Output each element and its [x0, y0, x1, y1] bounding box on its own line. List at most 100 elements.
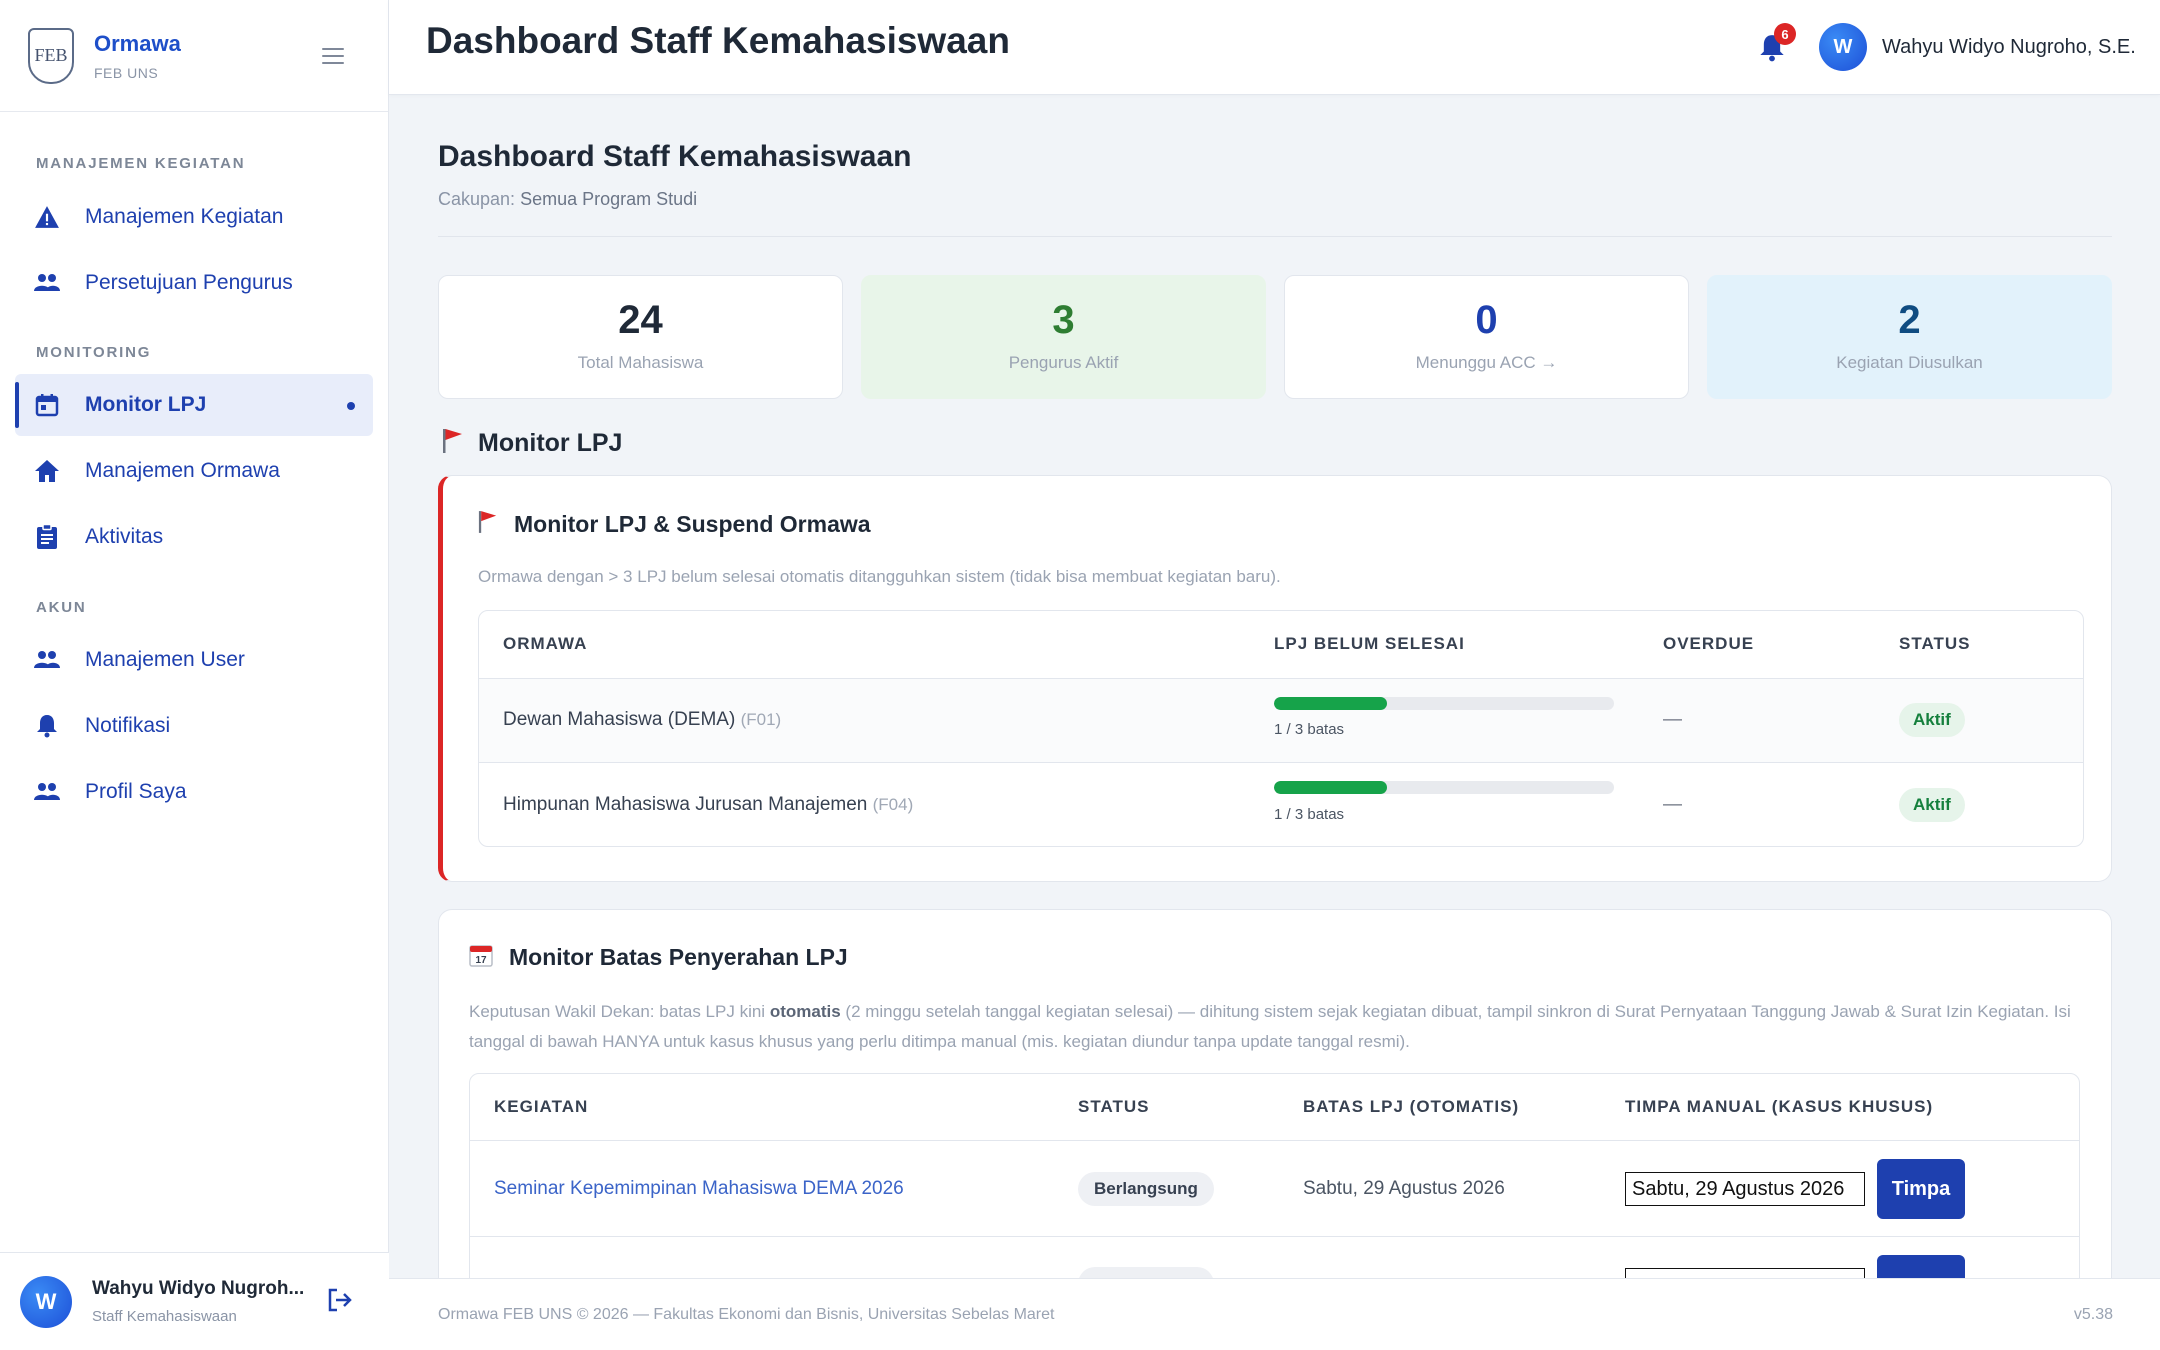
page-title: Dashboard Staff Kemahasiswaan: [438, 140, 912, 173]
override-button[interactable]: [1877, 1255, 1965, 1278]
column-header: ORMAWA: [503, 634, 588, 653]
footer-copyright: Ormawa FEB UNS © 2026 — Fakultas Ekonomi…: [438, 1306, 1055, 1323]
card-title: 17 Monitor Batas Penyerahan LPJ: [469, 943, 848, 972]
stat-label: Pengurus Aktif: [1008, 353, 1119, 372]
card-title: Monitor LPJ & Suspend Ormawa: [478, 510, 871, 539]
column-header: OVERDUE: [1663, 634, 1755, 653]
avatar: W: [1819, 23, 1867, 71]
sidebar-item-manajemen-user[interactable]: Manajemen User: [15, 629, 373, 691]
warning-icon: [33, 203, 61, 231]
avatar: W: [20, 1275, 72, 1328]
sidebar-item-label: Manajemen User: [85, 648, 245, 671]
stat-card-total-mahasiswa: 24 Total Mahasiswa: [438, 275, 843, 399]
sidebar-item-notifikasi[interactable]: Notifikasi: [15, 695, 373, 757]
people-icon: [33, 269, 61, 297]
nav-section-manajemen: MANAJEMEN KEGIATAN: [36, 155, 246, 172]
hamburger-menu-icon[interactable]: [322, 48, 344, 64]
people-icon: [33, 646, 61, 674]
sidebar-item-manajemen-kegiatan[interactable]: Manajemen Kegiatan: [15, 186, 373, 248]
sidebar-item-label: Manajemen Kegiatan: [85, 205, 284, 228]
red-flag-icon: [442, 428, 464, 459]
stat-value: 2: [1898, 298, 1921, 342]
status-badge: [1078, 1267, 1214, 1278]
sidebar-user-name: Wahyu Widyo Nugroh...: [92, 1278, 305, 1299]
sidebar-item-aktivitas[interactable]: Aktivitas: [15, 506, 373, 568]
section-title: Monitor LPJ: [478, 429, 623, 457]
column-header: KEGIATAN: [494, 1097, 589, 1116]
status-badge: Aktif: [1899, 703, 1965, 737]
card-description: Ormawa dengan > 3 LPJ belum selesai otom…: [478, 567, 1281, 586]
sidebar-item-label: Persetujuan Pengurus: [85, 271, 293, 294]
lpj-table: ORMAWA LPJ BELUM SELESAI OVERDUE STATUS …: [478, 610, 2084, 847]
card-description: Keputusan Wakil Dekan: batas LPJ kini ot…: [469, 997, 2089, 1057]
stat-card-pengurus-aktif: 3 Pengurus Aktif: [861, 275, 1266, 399]
svg-text:17: 17: [475, 955, 487, 966]
sidebar-item-label: Notifikasi: [85, 714, 171, 737]
lpj-progress-fill: [1274, 781, 1388, 794]
lpj-progress-bar: [1274, 781, 1614, 794]
scope-text: Cakupan: Semua Program Studi: [438, 189, 697, 210]
scope-label: Cakupan:: [438, 189, 516, 209]
sidebar-item-manajemen-ormawa[interactable]: Manajemen Ormawa: [15, 440, 373, 502]
stat-card-menunggu-acc[interactable]: 0 Menunggu ACC →: [1284, 275, 1689, 399]
lpj-progress-caption: 1 / 3 batas: [1274, 721, 1345, 738]
ormawa-name-text: Dewan Mahasiswa (DEMA): [503, 709, 736, 730]
divider: [438, 236, 2112, 237]
table-row: Dewan Mahasiswa (DEMA) (F01) 1 / 3 batas…: [479, 678, 2083, 762]
override-date-input[interactable]: [1625, 1268, 1865, 1278]
brand: FEB Ormawa FEB UNS: [0, 0, 388, 112]
footer-version: v5.38: [2073, 1306, 2113, 1323]
table-row: Himpunan Mahasiswa Jurusan Manajemen (F0…: [479, 762, 2083, 846]
lpj-progress-caption: 1 / 3 batas: [1274, 806, 1345, 823]
sidebar-user: W Wahyu Widyo Nugroh... Staff Kemahasisw…: [0, 1252, 389, 1350]
override-date-input[interactable]: [1625, 1172, 1865, 1206]
sidebar-item-persetujuan-pengurus[interactable]: Persetujuan Pengurus: [15, 252, 373, 314]
brand-name: Ormawa: [94, 30, 181, 56]
feb-logo: FEB: [28, 27, 74, 84]
logout-icon[interactable]: [327, 1287, 353, 1318]
stat-label: Menunggu ACC →: [1415, 353, 1558, 372]
desc-bold: otomatis: [769, 1002, 841, 1021]
stat-value: 3: [1052, 298, 1075, 342]
home-icon: [33, 457, 61, 485]
topbar-title: Dashboard Staff Kemahasiswaan: [426, 20, 1010, 61]
card-title-text: Monitor Batas Penyerahan LPJ: [509, 944, 848, 970]
main-content: Dashboard Staff Kemahasiswaan Cakupan: S…: [389, 95, 2160, 1278]
sidebar-item-profil-saya[interactable]: Profil Saya: [15, 761, 373, 823]
calendar-icon: [33, 391, 61, 419]
lpj-progress-fill: [1274, 697, 1388, 710]
card-title-text: Monitor LPJ & Suspend Ormawa: [514, 511, 871, 537]
column-header: STATUS: [1899, 634, 1971, 653]
deadline-value: Sabtu, 29 Agustus 2026: [1303, 1178, 1505, 1199]
stat-label: Kegiatan Diusulkan: [1836, 353, 1983, 372]
scope-value: Semua Program Studi: [520, 189, 698, 209]
sidebar-item-monitor-lpj[interactable]: Monitor LPJ: [15, 374, 373, 436]
people-icon: [33, 778, 61, 806]
active-dot: [347, 402, 355, 410]
sidebar-item-label: Manajemen Ormawa: [85, 459, 280, 482]
footer: Ormawa FEB UNS © 2026 — Fakultas Ekonomi…: [389, 1278, 2160, 1350]
calendar-icon: 17: [469, 943, 493, 972]
clipboard-icon: [33, 523, 61, 551]
notification-badge: 6: [1774, 23, 1796, 45]
column-header: STATUS: [1078, 1097, 1150, 1116]
column-header: TIMPA MANUAL (KASUS KHUSUS): [1625, 1097, 1934, 1116]
override-button[interactable]: Timpa: [1877, 1159, 1965, 1219]
overdue-value: —: [1663, 794, 1682, 815]
stat-card-kegiatan-diusulkan: 2 Kegiatan Diusulkan: [1707, 275, 2112, 399]
topbar-user-name: Wahyu Widyo Nugroho, S.E.: [1882, 35, 2136, 58]
sidebar-user-role: Staff Kemahasiswaan: [92, 1308, 237, 1325]
section-header-monitor-lpj: Monitor LPJ: [442, 428, 622, 459]
lpj-deadline-card: 17 Monitor Batas Penyerahan LPJ Keputusa…: [438, 909, 2112, 1278]
ormawa-name-text: Himpunan Mahasiswa Jurusan Manajemen: [503, 794, 868, 815]
sidebar: FEB Ormawa FEB UNS MANAJEMEN KEGIATAN Ma…: [0, 0, 389, 1350]
kegiatan-link[interactable]: Seminar Kepemimpinan Mahasiswa DEMA 2026: [494, 1178, 904, 1200]
column-header: LPJ BELUM SELESAI: [1274, 634, 1465, 653]
sidebar-item-label: Profil Saya: [85, 780, 187, 803]
table-row: [470, 1236, 2079, 1278]
column-header: BATAS LPJ (OTOMATIS): [1303, 1097, 1520, 1116]
stat-value: 24: [618, 298, 663, 342]
topbar-user[interactable]: W Wahyu Widyo Nugroho, S.E.: [1819, 23, 2136, 71]
bell-icon: [33, 712, 61, 740]
logo-text: FEB: [34, 45, 68, 65]
